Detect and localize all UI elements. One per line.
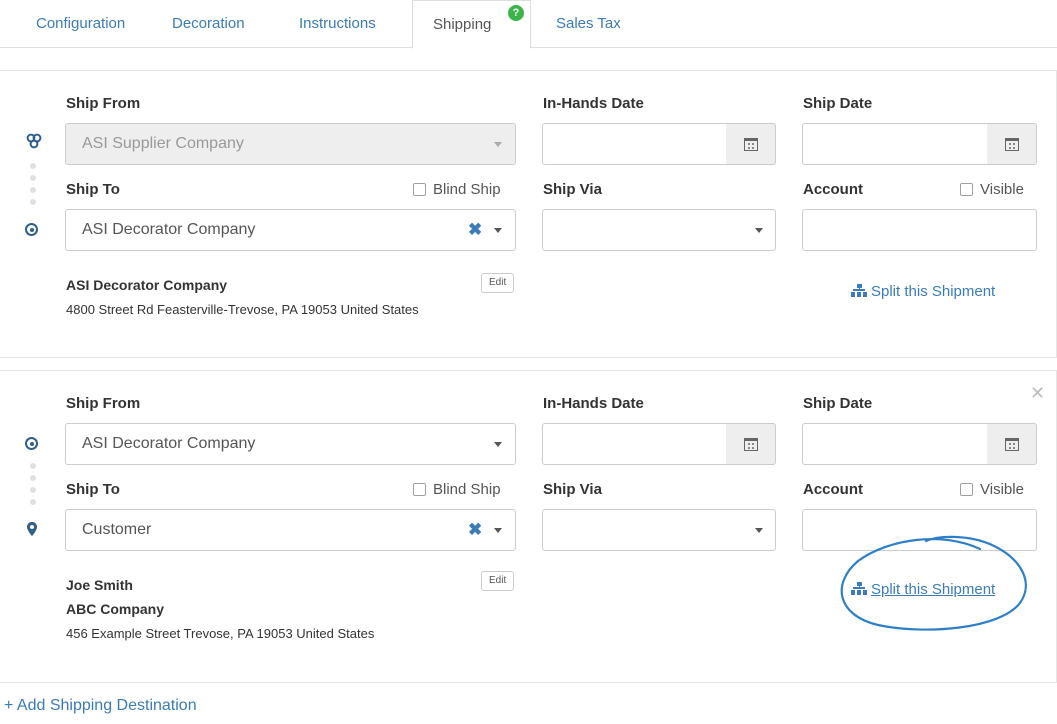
account-label: Account — [803, 181, 863, 198]
sitemap-icon — [851, 284, 867, 297]
ship-to-label: Ship To — [66, 181, 120, 198]
ship-date-picker — [802, 423, 1037, 465]
highlight-circle-annotation — [840, 535, 1027, 631]
checkbox-icon[interactable] — [960, 483, 973, 496]
calendar-button[interactable] — [987, 423, 1037, 465]
step-dot — [30, 187, 36, 193]
ship-from-label: Ship From — [66, 95, 141, 112]
tab-decoration[interactable]: Decoration — [156, 0, 261, 48]
chevron-down-icon — [494, 442, 502, 447]
blind-ship-label: Blind Ship — [433, 481, 501, 498]
ship-date-input[interactable] — [802, 423, 988, 465]
edit-address-button[interactable]: Edit — [481, 571, 515, 591]
clear-x-icon[interactable]: ✖ — [468, 210, 482, 250]
tab-sales-tax[interactable]: Sales Tax — [540, 0, 637, 48]
ship-from-label: Ship From — [66, 395, 141, 412]
ship-to-label: Ship To — [66, 481, 120, 498]
tab-configuration[interactable]: Configuration — [20, 0, 141, 48]
split-shipment-label: Split this Shipment — [871, 283, 996, 300]
ship-date-picker — [802, 123, 1037, 165]
ship-via-select[interactable] — [542, 509, 776, 551]
visible-checkbox[interactable]: Visible — [960, 481, 1024, 498]
ship-to-select[interactable]: ASI Decorator Company ✖ — [65, 209, 516, 251]
tab-shipping[interactable]: Shipping ? — [412, 0, 531, 49]
chevron-down-icon — [755, 228, 763, 233]
address-line: 4800 Street Rd Feasterville-Trevose, PA … — [66, 302, 419, 317]
ship-date-label: Ship Date — [803, 95, 873, 112]
origin-target-icon — [25, 437, 38, 450]
visible-label: Visible — [980, 481, 1024, 498]
ship-to-value: Customer — [82, 521, 152, 538]
account-input[interactable] — [802, 209, 1037, 251]
tab-instructions[interactable]: Instructions — [283, 0, 392, 48]
shipment-card-2: ✕ Ship From In-Hands Date Ship Date ASI … — [0, 370, 1057, 683]
close-icon[interactable]: ✕ — [1030, 383, 1045, 404]
ship-via-label: Ship Via — [543, 481, 602, 498]
tab-bar: Configuration Decoration Instructions Sh… — [0, 0, 1057, 49]
address-name: Joe Smith — [66, 577, 133, 593]
ship-to-value: ASI Decorator Company — [82, 221, 256, 238]
in-hands-date-input[interactable] — [542, 123, 727, 165]
ship-from-value: ASI Supplier Company — [82, 135, 244, 152]
tab-shipping-label: Shipping — [433, 16, 492, 33]
step-dot — [30, 175, 36, 181]
step-dot — [30, 499, 36, 505]
visible-checkbox[interactable]: Visible — [960, 181, 1024, 198]
chevron-down-icon — [755, 528, 763, 533]
checkbox-icon[interactable] — [413, 183, 426, 196]
step-dot — [30, 199, 36, 205]
calendar-button[interactable] — [726, 423, 776, 465]
in-hands-date-input[interactable] — [542, 423, 727, 465]
in-hands-date-label: In-Hands Date — [543, 95, 644, 112]
step-dot — [30, 487, 36, 493]
in-hands-date-label: In-Hands Date — [543, 395, 644, 412]
split-shipment-link[interactable]: Split this Shipment — [851, 283, 995, 300]
calendar-button[interactable] — [726, 123, 776, 165]
calendar-icon — [744, 438, 758, 451]
step-dot — [30, 163, 36, 169]
ship-date-input[interactable] — [802, 123, 988, 165]
calendar-button[interactable] — [987, 123, 1037, 165]
in-hands-date-picker — [542, 423, 776, 465]
ship-via-label: Ship Via — [543, 181, 602, 198]
chevron-down-icon — [494, 228, 502, 233]
blind-ship-checkbox[interactable]: Blind Ship — [413, 181, 501, 198]
blind-ship-checkbox[interactable]: Blind Ship — [413, 481, 501, 498]
address-company: ABC Company — [66, 601, 165, 617]
ship-to-select[interactable]: Customer ✖ — [65, 509, 516, 551]
calendar-icon — [744, 138, 758, 151]
supplier-origin-icon — [26, 133, 42, 149]
in-hands-date-picker — [542, 123, 776, 165]
ship-via-select[interactable] — [542, 209, 776, 251]
shipment-card-1: Ship From In-Hands Date Ship Date ASI Su… — [0, 70, 1057, 358]
map-marker-icon — [26, 521, 38, 537]
calendar-icon — [1005, 138, 1019, 151]
chevron-down-icon — [494, 142, 502, 147]
chevron-down-icon — [494, 528, 502, 533]
clear-x-icon[interactable]: ✖ — [468, 510, 482, 550]
ship-date-label: Ship Date — [803, 395, 873, 412]
address-name: ASI Decorator Company — [66, 277, 228, 293]
checkbox-icon[interactable] — [960, 183, 973, 196]
help-badge-icon: ? — [508, 5, 524, 21]
step-dot — [30, 475, 36, 481]
address-line: 456 Example Street Trevose, PA 19053 Uni… — [66, 626, 375, 641]
ship-from-select[interactable]: ASI Supplier Company — [65, 123, 516, 165]
visible-label: Visible — [980, 181, 1024, 198]
step-dot — [30, 463, 36, 469]
edit-address-button[interactable]: Edit — [481, 273, 515, 293]
account-label: Account — [803, 481, 863, 498]
blind-ship-label: Blind Ship — [433, 181, 501, 198]
calendar-icon — [1005, 438, 1019, 451]
ship-from-value: ASI Decorator Company — [82, 435, 256, 452]
ship-from-select[interactable]: ASI Decorator Company — [65, 423, 516, 465]
checkbox-icon[interactable] — [413, 483, 426, 496]
add-shipping-destination-link[interactable]: + Add Shipping Destination — [4, 697, 197, 715]
destination-target-icon — [25, 223, 38, 236]
